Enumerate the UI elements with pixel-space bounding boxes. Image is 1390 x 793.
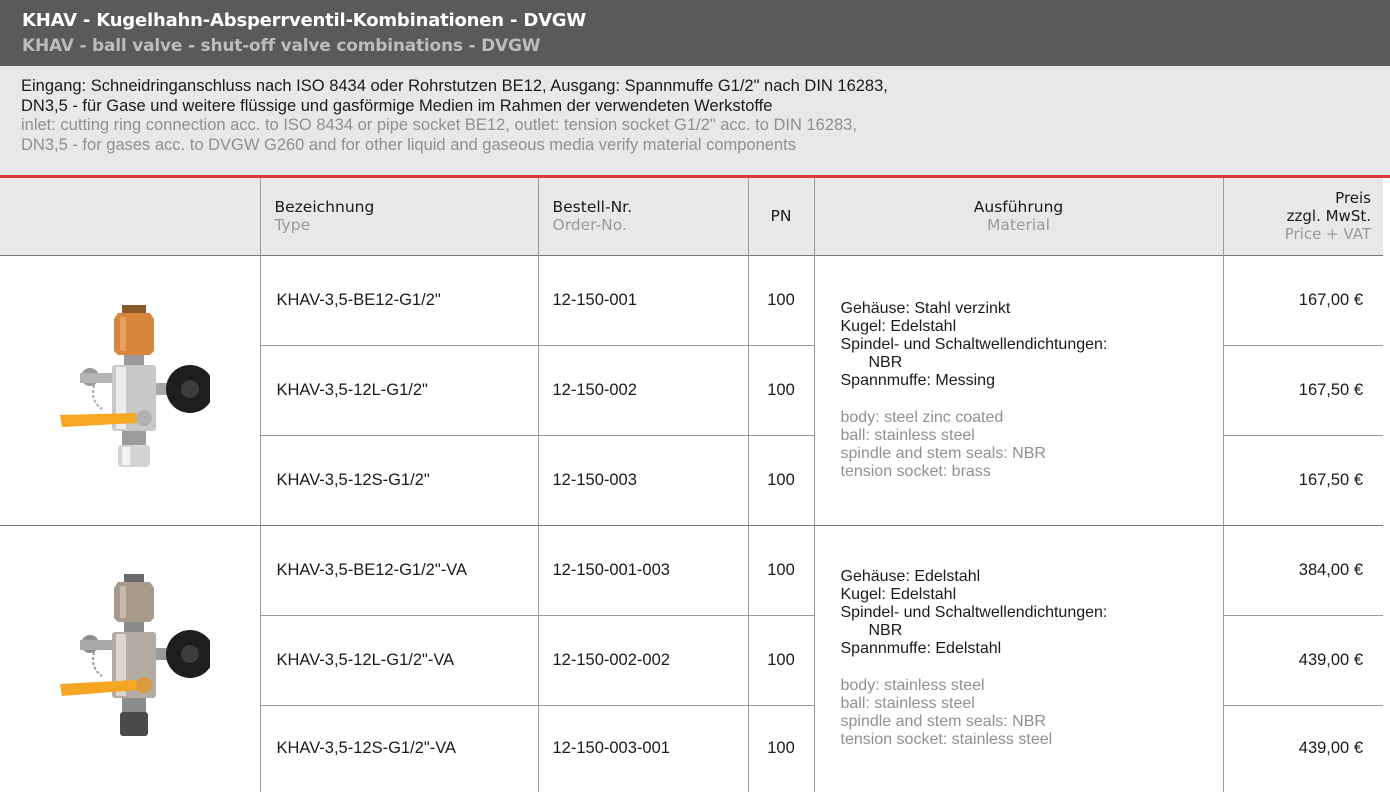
header-price-de: Preis	[1335, 189, 1371, 208]
material-line: body: steel zinc coated	[840, 408, 1004, 426]
header-material-de: Ausführung	[973, 198, 1064, 217]
material-line: Kugel: Edelstahl	[840, 586, 957, 604]
header-material-en: Material	[987, 216, 1050, 235]
description-en-line-2: DN3,5 - for gases acc. to DVGW G260 and …	[21, 135, 796, 154]
table-header-row: Bezeichnung Type Bestell-Nr. Order-No. P…	[0, 178, 1383, 255]
price: 167,50 €	[1222, 344, 1383, 435]
header-order-de: Bestell-Nr.	[552, 198, 633, 217]
header-order-en: Order-No.	[552, 216, 627, 235]
pressure-nominal: 100	[747, 344, 814, 435]
material-en: body: steel zinc coated ball: stainless …	[841, 409, 1223, 481]
page-title: KHAV - Kugelhahn-Absperrventil-Kombinati…	[22, 10, 587, 31]
price: 439,00 €	[1222, 614, 1383, 705]
material-line: NBR	[868, 353, 903, 371]
material-line: NBR	[868, 622, 903, 640]
material-de: Gehäuse: Stahl verzinkt Kugel: Edelstahl…	[841, 300, 1223, 390]
material-line: Spindel- und Schaltwellendichtungen:	[840, 604, 1108, 622]
product-type: KHAV-3,5-12L-G1/2"-VA	[259, 614, 538, 705]
header-type-de: Bezeichnung	[274, 198, 375, 217]
price: 384,00 €	[1222, 524, 1383, 615]
material-line: Spannmuffe: Edelstahl	[840, 640, 1002, 658]
table-row: KHAV-3,5-BE12-G1/2"-VA 12-150-001-003 10…	[0, 524, 1383, 792]
material-line: spindle and stem seals: NBR	[840, 444, 1046, 462]
valve-stainless-icon	[59, 573, 210, 736]
valve-brass-top-icon	[59, 305, 210, 467]
product-table: Bezeichnung Type Bestell-Nr. Order-No. P…	[0, 178, 1383, 792]
material-line: Spannmuffe: Messing	[840, 371, 995, 389]
pressure-nominal: 100	[747, 434, 814, 525]
material-cell: Gehäuse: Stahl verzinkt Kugel: Edelstahl…	[813, 254, 1223, 525]
order-number: 12-150-001-003	[537, 524, 748, 615]
material-line: Gehäuse: Stahl verzinkt	[840, 299, 1011, 317]
material-line: tension socket: stainless steel	[840, 731, 1053, 749]
description-de-line-2: DN3,5 - für Gase und weitere flüssige un…	[21, 96, 773, 115]
product-type: KHAV-3,5-BE12-G1/2"	[259, 254, 538, 345]
material-line: body: stainless steel	[840, 677, 985, 695]
price: 439,00 €	[1222, 704, 1383, 792]
page-subtitle: KHAV - ball valve - shut-off valve combi…	[22, 36, 541, 56]
header-price-vat-de: zzgl. MwSt.	[1286, 207, 1371, 226]
pressure-nominal: 100	[747, 254, 814, 345]
header-type: Bezeichnung Type	[259, 178, 538, 255]
price: 167,50 €	[1222, 434, 1383, 525]
material-line: Gehäuse: Edelstahl	[840, 568, 981, 586]
material-cell: Gehäuse: Edelstahl Kugel: Edelstahl Spin…	[813, 524, 1223, 792]
product-type: KHAV-3,5-12S-G1/2"	[259, 434, 538, 525]
pressure-nominal: 100	[747, 614, 814, 705]
header-type-en: Type	[274, 216, 311, 235]
title-bar: KHAV - Kugelhahn-Absperrventil-Kombinati…	[0, 0, 1390, 66]
order-number: 12-150-003-001	[537, 704, 748, 792]
product-image-cell	[0, 254, 260, 525]
header-order: Bestell-Nr. Order-No.	[537, 178, 748, 255]
order-number: 12-150-003	[537, 434, 748, 525]
material-line: ball: stainless steel	[840, 426, 975, 444]
pressure-nominal: 100	[747, 704, 814, 792]
material-line: Spindel- und Schaltwellendichtungen:	[840, 335, 1108, 353]
material-de: Gehäuse: Edelstahl Kugel: Edelstahl Spin…	[841, 568, 1223, 658]
product-type: KHAV-3,5-BE12-G1/2"-VA	[259, 524, 538, 615]
description-de-line-1: Eingang: Schneidringanschluss nach ISO 8…	[21, 77, 888, 95]
product-type: KHAV-3,5-12L-G1/2"	[259, 344, 538, 435]
product-type: KHAV-3,5-12S-G1/2"-VA	[259, 704, 538, 792]
material-line: tension socket: brass	[840, 462, 991, 480]
header-price: Preis zzgl. MwSt. Price + VAT	[1222, 178, 1383, 255]
product-image-cell	[0, 524, 260, 792]
order-number: 12-150-001	[537, 254, 748, 345]
pressure-nominal: 100	[747, 524, 814, 615]
material-en: body: stainless steel ball: stainless st…	[841, 677, 1223, 749]
description-en-line-1: inlet: cutting ring connection acc. to I…	[21, 116, 857, 134]
header-material: Ausführung Material	[813, 178, 1223, 255]
order-number: 12-150-002-002	[537, 614, 748, 705]
table-row: KHAV-3,5-BE12-G1/2" 12-150-001 100 Gehäu…	[0, 254, 1383, 525]
product-description: Eingang: Schneidringanschluss nach ISO 8…	[0, 66, 1390, 178]
header-price-en: Price + VAT	[1284, 225, 1371, 244]
material-line: spindle and stem seals: NBR	[840, 713, 1046, 731]
header-image	[0, 178, 260, 255]
order-number: 12-150-002	[537, 344, 748, 435]
header-pn: PN	[747, 178, 814, 255]
material-line: Kugel: Edelstahl	[840, 317, 957, 335]
material-line: ball: stainless steel	[840, 695, 975, 713]
price: 167,00 €	[1222, 254, 1383, 345]
